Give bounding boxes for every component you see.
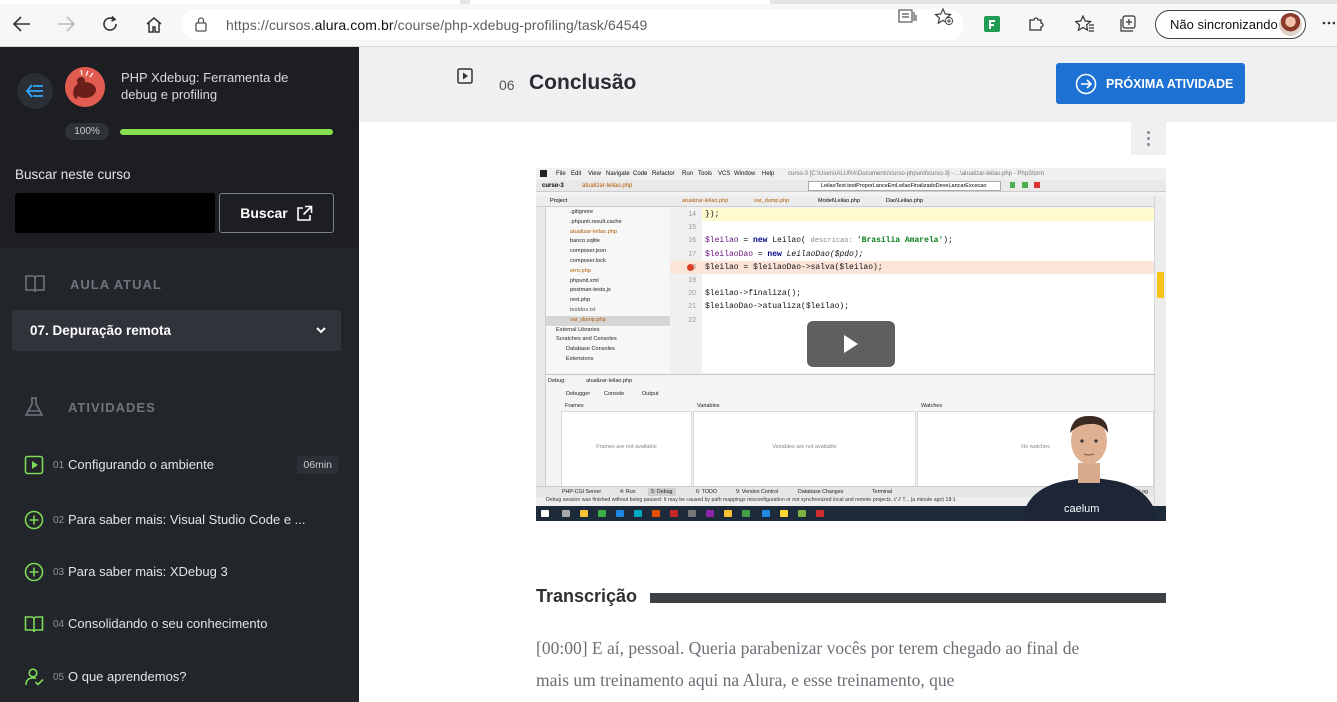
activities-heading: ATIVIDADES — [24, 396, 156, 418]
more-options-icon[interactable] — [1321, 14, 1336, 30]
activity-item-01[interactable]: 01 Configurando o ambiente 06min — [24, 453, 344, 477]
home-icon[interactable] — [141, 11, 167, 37]
next-activity-label: PRÓXIMA ATIVIDADE — [1106, 76, 1234, 91]
open-book-icon — [24, 616, 44, 633]
extension-feedly-icon[interactable] — [984, 16, 1006, 32]
browser-toolbar: https://cursos.alura.com.br/course/php-x… — [0, 0, 1337, 47]
activity-item-03[interactable]: 03 Para saber mais: XDebug 3 — [24, 560, 344, 584]
lock-icon[interactable] — [194, 16, 208, 37]
ide-toolbar: curso-3 atualizar-leilao.php LeilaoTest.… — [536, 180, 1166, 192]
plus-circle-icon — [24, 510, 44, 530]
activity-label: Para saber mais: XDebug 3 — [68, 564, 228, 579]
activity-number: 03 — [53, 567, 65, 578]
more-options-button[interactable] — [1131, 122, 1166, 155]
activity-duration-badge: 06min — [297, 456, 338, 474]
avatar — [1279, 13, 1302, 36]
address-bar[interactable]: https://cursos.alura.com.br/course/php-x… — [182, 9, 964, 40]
favorites-icon[interactable] — [1074, 14, 1097, 32]
forward-arrow-icon[interactable] — [53, 11, 79, 37]
chevron-down-icon — [316, 327, 326, 334]
video-play-button[interactable] — [807, 321, 895, 367]
activity-label: Para saber mais: Visual Studio Code e ..… — [68, 512, 306, 527]
video-play-icon — [24, 455, 44, 475]
course-progress-bar — [120, 129, 333, 135]
sidebar-header: PHP Xdebug: Ferramenta de debug e profil… — [0, 47, 359, 248]
transcript-text: [00:00] E aí, pessoal. Queria parabeniza… — [536, 638, 1080, 690]
activity-number: 01 — [53, 460, 65, 471]
activities-heading-label: ATIVIDADES — [68, 399, 156, 415]
collections-icon[interactable] — [1119, 15, 1141, 32]
activity-item-04[interactable]: 04 Consolidando o seu conhecimento — [24, 612, 344, 636]
video-player[interactable]: File Edit View Navigate Code Refactor Run Tools… — [536, 168, 1166, 521]
activity-number: 05 — [53, 672, 65, 683]
presenter-webcam: caelum — [1012, 411, 1166, 521]
person-check-icon — [25, 668, 44, 686]
back-arrow-icon[interactable] — [9, 11, 35, 37]
url-text[interactable]: https://cursos.alura.com.br/course/php-x… — [226, 17, 647, 33]
transcript-divider — [650, 593, 1166, 603]
activity-item-05[interactable]: 05 O que aprendemos? — [24, 665, 344, 689]
php-elephant-icon — [65, 67, 105, 107]
transcript-title: Transcrição — [536, 586, 638, 606]
progress-fill — [120, 129, 333, 135]
ide-editor-tabs: Project atualizar-leilao.php var_dump.ph… — [536, 196, 1166, 207]
page-title: Conclusão — [529, 71, 637, 94]
progress-percent: 100% — [65, 123, 109, 140]
extensions-puzzle-icon[interactable] — [1027, 15, 1049, 31]
video-activity-icon — [457, 68, 473, 84]
activity-item-02[interactable]: 02 Para saber mais: Visual Studio Code e… — [24, 508, 344, 532]
ide-code-editor: }); $leilao = new Leilao( descricao: 'Br… — [702, 208, 1154, 373]
course-logo[interactable] — [65, 67, 105, 107]
collapse-sidebar-button[interactable] — [17, 73, 53, 109]
activity-number: 04 — [53, 619, 65, 630]
activity-number: 02 — [53, 515, 65, 526]
course-search-input[interactable] — [15, 193, 215, 233]
search-button-label: Buscar — [240, 205, 288, 221]
next-activity-button[interactable]: PRÓXIMA ATIVIDADE — [1056, 63, 1245, 104]
course-title[interactable]: PHP Xdebug: Ferramenta de debug e profil… — [121, 69, 321, 103]
current-lesson-select[interactable]: 07. Depuração remota — [12, 310, 341, 351]
menu-back-icon — [25, 84, 43, 98]
profile-sync-button[interactable]: Não sincronizando — [1155, 10, 1306, 39]
arrow-right-circle-icon — [1075, 73, 1097, 94]
ide-side-strip — [536, 196, 546, 516]
search-button[interactable]: Buscar — [219, 193, 334, 233]
plus-circle-icon — [24, 562, 44, 582]
ide-project-tree: .gitignore .phpunit.result.cache atualiz… — [546, 208, 670, 373]
tab-strip — [0, 0, 1337, 4]
flask-icon — [24, 397, 44, 416]
reload-icon[interactable] — [97, 11, 123, 37]
external-link-icon — [296, 205, 313, 221]
course-sidebar: PHP Xdebug: Ferramenta de debug e profil… — [0, 47, 359, 702]
search-label: Buscar neste curso — [15, 167, 131, 182]
activity-label: Consolidando o seu conhecimento — [68, 616, 268, 631]
open-book-icon — [25, 275, 45, 293]
ide-line-numbers: 14151617 18 19202122 — [670, 208, 702, 373]
reader-view-icon[interactable] — [898, 8, 920, 24]
activity-number-label: 06 — [499, 77, 515, 93]
favorite-add-icon[interactable] — [934, 7, 956, 26]
current-lesson-heading: AULA ATUAL — [24, 274, 162, 294]
ide-title-bar: File Edit View Navigate Code Refactor Run Tools… — [536, 168, 1166, 180]
activity-label: Configurando o ambiente — [68, 457, 214, 472]
current-lesson-heading-label: AULA ATUAL — [70, 276, 162, 292]
current-lesson-label: 07. Depuração remota — [30, 323, 172, 338]
activity-label: O que aprendemos? — [68, 669, 187, 684]
caelum-logo-text: caelum — [1064, 503, 1099, 515]
play-icon — [844, 335, 858, 353]
